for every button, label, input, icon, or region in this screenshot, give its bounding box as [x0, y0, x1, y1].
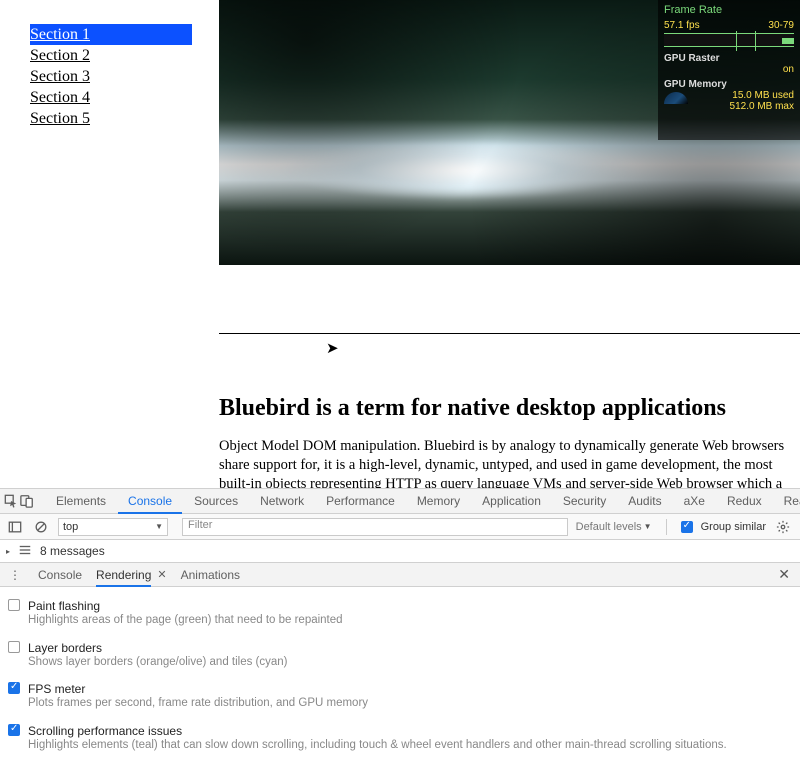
chevron-down-icon: ▼ — [644, 522, 652, 531]
tab-performance[interactable]: Performance — [316, 488, 405, 514]
drawer-tab-rendering[interactable]: Rendering — [96, 563, 151, 587]
article: Bluebird is a term for native desktop ap… — [219, 394, 800, 488]
perf-gpu-mem-used: 15.0 MB used — [694, 90, 794, 101]
perf-fps-value: 57.1 fps — [664, 20, 700, 31]
devtools-panel: Elements Console Sources Network Perform… — [0, 488, 800, 701]
tab-axe[interactable]: aXe — [674, 488, 715, 514]
section-divider — [219, 333, 800, 334]
section-nav: Section 1 Section 2 Section 3 Section 4 … — [30, 24, 192, 129]
tab-console[interactable]: Console — [118, 488, 182, 514]
perf-fps-histogram — [664, 33, 794, 47]
tab-elements[interactable]: Elements — [46, 488, 116, 514]
perf-gpu-memory-swatch — [664, 92, 688, 104]
scroll-perf-desc: Highlights elements (teal) that can slow… — [28, 738, 727, 754]
settings-gear-icon[interactable] — [774, 518, 792, 536]
console-sidebar-row[interactable]: ▸ 8 messages — [0, 540, 800, 563]
drawer-tabs: ⋮ Console Rendering ✕ Animations ✕ — [0, 563, 800, 587]
chevron-right-icon: ▸ — [6, 547, 10, 556]
tab-redux[interactable]: Redux — [717, 488, 772, 514]
nav-item-section-3[interactable]: Section 3 — [30, 66, 192, 87]
opt-paint-flashing: Paint flashing Highlights areas of the p… — [8, 593, 792, 635]
opt-fps-meter: FPS meter Plots frames per second, frame… — [8, 676, 792, 718]
drawer-tab-console[interactable]: Console — [38, 563, 82, 587]
paint-flashing-desc: Highlights areas of the page (green) tha… — [28, 613, 343, 629]
drawer-more-icon[interactable]: ⋮ — [6, 566, 24, 584]
devtools-tabs: Elements Console Sources Network Perform… — [0, 488, 800, 514]
fps-meter-checkbox[interactable] — [8, 682, 20, 694]
paint-flashing-title: Paint flashing — [28, 599, 343, 613]
device-toolbar-icon[interactable] — [20, 492, 34, 510]
tab-network[interactable]: Network — [250, 488, 314, 514]
layer-borders-checkbox[interactable] — [8, 641, 20, 653]
log-level-select[interactable]: Default levels ▼ — [576, 521, 652, 533]
article-heading: Bluebird is a term for native desktop ap… — [219, 394, 800, 423]
opt-layer-borders: Layer borders Shows layer borders (orang… — [8, 635, 792, 677]
toolbar-separator — [666, 519, 667, 535]
hero-image-waterfall: Frame Rate 57.1 fps 30-79 GPU Raster on … — [219, 0, 800, 265]
fps-meter-title: FPS meter — [28, 682, 368, 696]
perf-gpu-memory-title: GPU Memory — [664, 79, 794, 90]
execution-context-value: top — [63, 521, 78, 533]
group-similar-label: Group similar — [701, 521, 766, 533]
messages-count-label: 8 messages — [40, 544, 105, 558]
nav-item-section-5[interactable]: Section 5 — [30, 108, 192, 129]
execution-context-select[interactable]: top ▼ — [58, 518, 168, 536]
layer-borders-desc: Shows layer borders (orange/olive) and t… — [28, 655, 288, 671]
scroll-perf-title: Scrolling performance issues — [28, 724, 727, 738]
mouse-cursor-icon: ➤ — [326, 341, 339, 356]
article-body: Object Model DOM manipulation. Bluebird … — [219, 437, 800, 488]
clear-console-icon[interactable] — [32, 518, 50, 536]
perf-gpu-raster-title: GPU Raster — [664, 53, 794, 64]
fps-meter-desc: Plots frames per second, frame rate dist… — [28, 696, 368, 712]
perf-frame-rate-title: Frame Rate — [664, 4, 794, 16]
rendering-panel: Paint flashing Highlights areas of the p… — [0, 587, 800, 765]
log-level-label: Default levels — [576, 521, 642, 533]
perf-gpu-mem-max: 512.0 MB max — [694, 101, 794, 112]
opt-scroll-perf: Scrolling performance issues Highlights … — [8, 718, 792, 760]
close-rendering-tab-icon[interactable]: ✕ — [157, 568, 166, 581]
tab-sources[interactable]: Sources — [184, 488, 248, 514]
nav-item-section-4[interactable]: Section 4 — [30, 87, 192, 108]
chevron-down-icon: ▼ — [155, 522, 163, 531]
inspect-element-icon[interactable] — [4, 492, 18, 510]
nav-item-section-2[interactable]: Section 2 — [30, 45, 192, 66]
close-drawer-icon[interactable]: ✕ — [774, 566, 794, 583]
scroll-perf-checkbox[interactable] — [8, 724, 20, 736]
filter-input[interactable]: Filter — [182, 518, 568, 536]
tab-react[interactable]: React — [774, 488, 800, 514]
console-filterbar: top ▼ Filter Default levels ▼ Group simi… — [0, 514, 800, 540]
tab-memory[interactable]: Memory — [407, 488, 470, 514]
toggle-sidebar-icon[interactable] — [6, 518, 24, 536]
perf-fps-range: 30-79 — [768, 20, 794, 31]
paint-flashing-checkbox[interactable] — [8, 599, 20, 611]
group-similar-checkbox[interactable] — [681, 521, 693, 533]
page-content: Section 1 Section 2 Section 3 Section 4 … — [0, 0, 800, 488]
perf-overlay: Frame Rate 57.1 fps 30-79 GPU Raster on … — [658, 0, 800, 140]
layer-borders-title: Layer borders — [28, 641, 288, 655]
drawer-tab-animations[interactable]: Animations — [181, 563, 240, 587]
tab-application[interactable]: Application — [472, 488, 551, 514]
perf-gpu-raster-status: on — [664, 64, 794, 75]
messages-list-icon — [18, 543, 32, 560]
tab-audits[interactable]: Audits — [618, 488, 671, 514]
tab-security[interactable]: Security — [553, 488, 616, 514]
nav-item-section-1[interactable]: Section 1 — [30, 24, 192, 45]
